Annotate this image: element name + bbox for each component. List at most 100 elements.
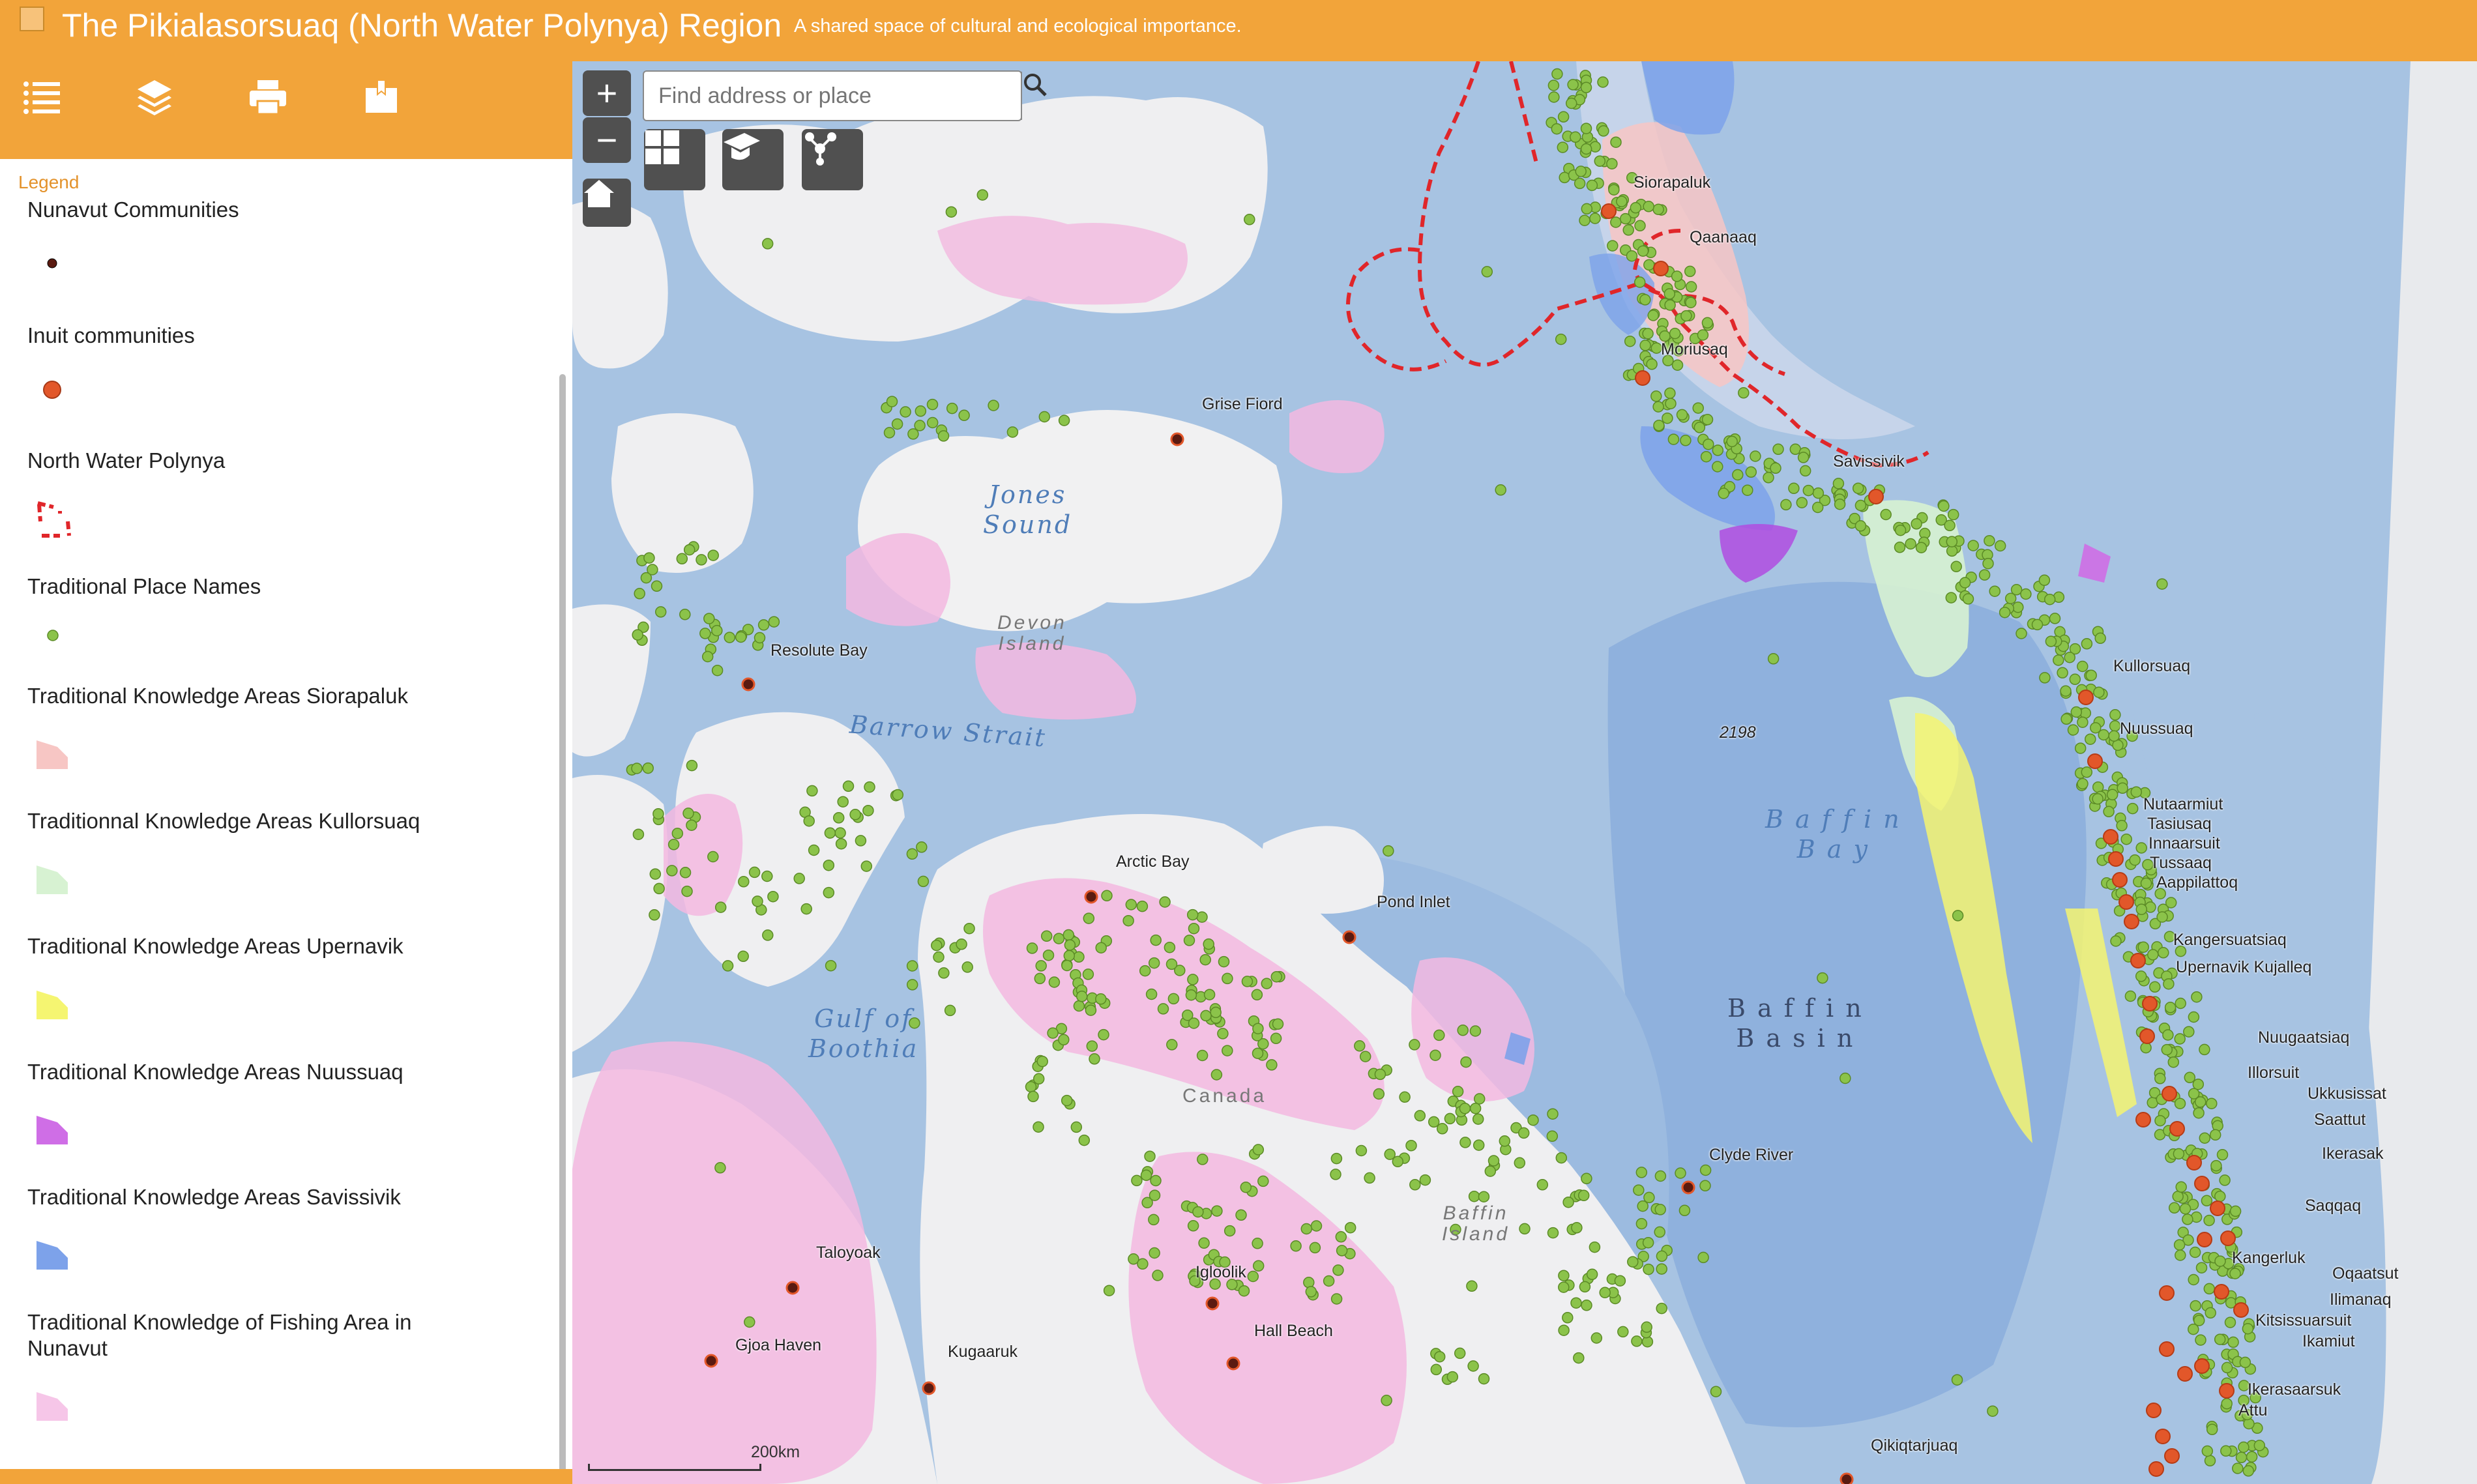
place-name-dot xyxy=(1149,1247,1160,1259)
place-name-dot xyxy=(1617,1326,1629,1338)
place-name-dot xyxy=(1148,1214,1160,1226)
zoom-out-button[interactable]: − xyxy=(583,117,631,163)
place-name-dot xyxy=(2012,601,2024,613)
place-name-dot xyxy=(2085,669,2097,681)
place-name-dot xyxy=(1799,465,1811,477)
place-label: Saqqaq xyxy=(2305,1197,2362,1215)
place-name-dot xyxy=(825,959,837,972)
legend-label-nunavut-communities: Nunavut Communities xyxy=(27,197,239,222)
place-name-dot xyxy=(2195,1262,2208,1273)
legend-panel: Legend Nunavut Communities Inuit communi… xyxy=(0,159,573,1469)
place-name-dot xyxy=(1894,542,1906,553)
place-name-dot xyxy=(1484,1165,1497,1177)
print-icon[interactable] xyxy=(245,74,291,120)
place-name-dot xyxy=(1429,1049,1441,1061)
place-name-dot xyxy=(1630,202,1642,214)
zoom-in-button[interactable]: + xyxy=(583,70,631,116)
place-name-dot xyxy=(1433,1350,1446,1363)
place-name-dot xyxy=(2167,1056,2180,1068)
scale-label: 200km xyxy=(751,1443,800,1461)
place-name-dot xyxy=(1701,317,1714,329)
place-name-dot xyxy=(2239,1356,2251,1369)
place-name-dot xyxy=(803,815,815,827)
place-name-dot xyxy=(2077,716,2089,728)
place-name-dot xyxy=(1381,1395,1392,1406)
place-name-dot xyxy=(1652,203,1664,216)
place-name-dot xyxy=(2117,782,2128,794)
place-name-dot xyxy=(1270,1032,1282,1045)
place-name-dot xyxy=(1738,387,1750,399)
basemap-gallery-button[interactable] xyxy=(644,129,705,190)
place-name-dot xyxy=(2081,766,2093,778)
place-name-dot xyxy=(1188,922,1200,935)
place-name-dot xyxy=(707,549,719,561)
place-name-dot xyxy=(1610,216,1622,228)
place-label: Innaarsuit xyxy=(2148,834,2220,852)
place-name-dot xyxy=(1089,1053,1100,1065)
place-name-dot xyxy=(1364,1172,1375,1184)
place-name-dot xyxy=(1745,466,1757,478)
place-name-dot xyxy=(1643,259,1655,271)
place-name-dot xyxy=(1073,951,1085,963)
place-name-dot xyxy=(2232,1462,2244,1474)
place-name-dot xyxy=(2173,1148,2185,1160)
search-input[interactable] xyxy=(657,72,973,120)
place-name-dot xyxy=(988,400,999,411)
place-name-dot xyxy=(1330,1169,1341,1180)
place-name-dot xyxy=(931,939,943,952)
about-button[interactable] xyxy=(722,129,784,190)
list-icon[interactable] xyxy=(20,74,65,120)
place-name-dot xyxy=(1812,487,1825,499)
legend-tab[interactable]: Legend xyxy=(18,172,79,193)
layers-icon[interactable] xyxy=(132,74,177,120)
place-name-dot xyxy=(1252,1023,1264,1034)
share-button[interactable] xyxy=(802,129,863,190)
place-name-dot xyxy=(1203,989,1216,1000)
search-button[interactable] xyxy=(1021,72,1073,120)
place-name-dot xyxy=(1811,501,1824,514)
place-name-dot xyxy=(1915,542,1927,553)
legend-label-tk-savissivik: Traditional Knowledge Areas Savissivik xyxy=(27,1185,401,1209)
place-name-dot xyxy=(2175,1249,2186,1261)
legend-label-inuit-communities: Inuit communities xyxy=(27,323,195,347)
place-name-dot xyxy=(1035,960,1047,972)
place-label: Nuussuaq xyxy=(2120,720,2193,738)
place-name-dot xyxy=(1726,435,1738,448)
place-name-dot xyxy=(2130,786,2143,798)
place-name-dot xyxy=(2199,1132,2211,1144)
place-name-dot xyxy=(1635,1167,1648,1178)
place-name-dot xyxy=(1989,585,2001,597)
place-name-dot xyxy=(1323,1275,1335,1287)
place-name-dot xyxy=(1551,123,1563,135)
land-label-baffin-island: Baffin Island xyxy=(1442,1202,1510,1245)
place-name-dot xyxy=(1699,1180,1711,1192)
map-view[interactable]: Jones Sound Barrow Strait Gulf of Boothia … xyxy=(572,61,2477,1484)
place-name-dot xyxy=(2147,949,2159,961)
bookmark-icon[interactable] xyxy=(359,74,404,120)
place-name-dot xyxy=(653,882,665,895)
place-name-dot xyxy=(1428,1116,1440,1128)
place-name-dot xyxy=(1643,1263,1654,1275)
legend-scrollbar[interactable] xyxy=(559,374,566,1469)
place-name-dot xyxy=(1354,1040,1366,1052)
place-name-dot xyxy=(2242,1322,2254,1335)
place-name-dot xyxy=(761,238,774,250)
place-label: Oqaatsut xyxy=(2332,1264,2399,1283)
place-name-dot xyxy=(2242,1465,2255,1477)
place-name-dot xyxy=(2140,877,2152,890)
place-name-dot xyxy=(2188,1011,2200,1023)
place-name-dot xyxy=(735,631,747,643)
place-name-dot xyxy=(1499,1135,1511,1147)
place-name-dot xyxy=(1185,989,1197,1001)
place-label: Clyde River xyxy=(1709,1146,1794,1164)
home-button[interactable] xyxy=(583,179,631,227)
place-name-dot xyxy=(2154,1073,2166,1084)
place-name-dot xyxy=(1166,1039,1178,1051)
place-name-dot xyxy=(748,866,761,879)
place-name-dot xyxy=(2204,1455,2216,1467)
place-name-dot xyxy=(1945,592,1957,604)
place-name-dot xyxy=(2064,651,2075,663)
place-name-dot xyxy=(1742,484,1753,496)
place-name-dot xyxy=(1654,1170,1667,1182)
place-name-dot xyxy=(1026,942,1038,954)
